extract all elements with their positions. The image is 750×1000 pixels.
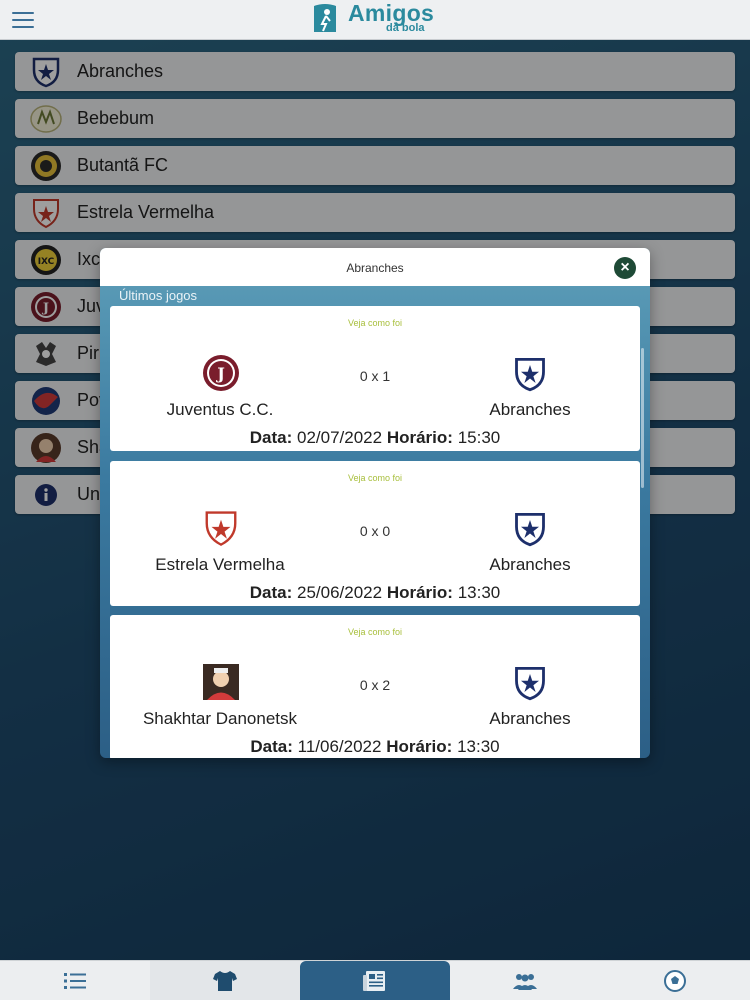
abranches-crest-icon (512, 356, 548, 392)
group-icon (513, 974, 537, 990)
shirt-icon (213, 971, 237, 991)
match-datetime: Data: 11/06/2022 Horário: 13:30 (110, 737, 640, 757)
date-label: Data: (249, 428, 293, 447)
match-datetime: Data: 02/07/2022 Horário: 15:30 (110, 428, 640, 448)
away-team-name: Abranches (489, 400, 571, 419)
app-logo: Amigos da bola (310, 0, 440, 38)
match-date: 11/06/2022 (297, 737, 382, 756)
match-card: Veja como foi 0 x 2 Shakhtar Danonetsk A… (110, 615, 640, 758)
time-label: Horário: (386, 428, 453, 447)
home-team-name: Juventus C.C. (166, 400, 274, 419)
modal-scrollbar[interactable] (641, 348, 644, 488)
nav-players[interactable] (450, 961, 600, 1000)
logo-player-icon (310, 2, 340, 34)
match-time: 15:30 (457, 428, 501, 447)
home-team-name: Estrela Vermelha (155, 555, 285, 574)
app-header: Amigos da bola (0, 0, 750, 40)
nav-teams[interactable] (150, 961, 300, 1000)
soccer-ball-icon (664, 970, 686, 992)
match-score: 0 x 1 (359, 368, 391, 384)
newspaper-icon (363, 971, 385, 991)
modal-title: Abranches (346, 261, 404, 275)
away-team-name: Abranches (489, 555, 571, 574)
abranches-crest-icon (512, 511, 548, 547)
match-details-link[interactable]: Veja como foi (110, 473, 640, 483)
match-details-link[interactable]: Veja como foi (110, 318, 640, 328)
match-card: Veja como foi J 0 x 1 Juventus C.C. Abra… (110, 306, 640, 451)
section-label: Últimos jogos (119, 288, 198, 303)
match-details-link[interactable]: Veja como foi (110, 627, 640, 637)
team-matches-modal: Abranches × Últimos jogos Veja como foi … (100, 248, 650, 758)
list-icon (64, 973, 86, 989)
match-time: 13:30 (457, 583, 501, 602)
match-card: Veja como foi 0 x 0 Estrela Vermelha Abr… (110, 461, 640, 606)
match-score: 0 x 0 (359, 523, 391, 539)
match-score: 0 x 2 (359, 677, 391, 693)
abranches-crest-icon (512, 665, 548, 701)
close-icon[interactable]: × (614, 257, 636, 279)
bottom-nav (0, 960, 750, 1000)
nav-news[interactable] (300, 961, 450, 1000)
logo-subtitle: da bola (386, 22, 425, 34)
nav-list[interactable] (0, 961, 150, 1000)
home-team-name: Shakhtar Danonetsk (142, 709, 298, 728)
match-date: 02/07/2022 (297, 428, 383, 447)
hamburger-menu-icon[interactable] (12, 12, 34, 28)
match-date: 25/06/2022 (297, 583, 383, 602)
match-datetime: Data: 25/06/2022 Horário: 13:30 (110, 583, 640, 603)
date-label: Data: (249, 583, 293, 602)
match-time: 13:30 (457, 737, 500, 756)
time-label: Horário: (386, 583, 453, 602)
time-label: Horário: (386, 737, 453, 756)
modal-header: Abranches × (100, 248, 650, 286)
nav-matches[interactable] (600, 961, 750, 1000)
date-label: Data: (250, 737, 293, 756)
away-team-name: Abranches (489, 709, 571, 728)
